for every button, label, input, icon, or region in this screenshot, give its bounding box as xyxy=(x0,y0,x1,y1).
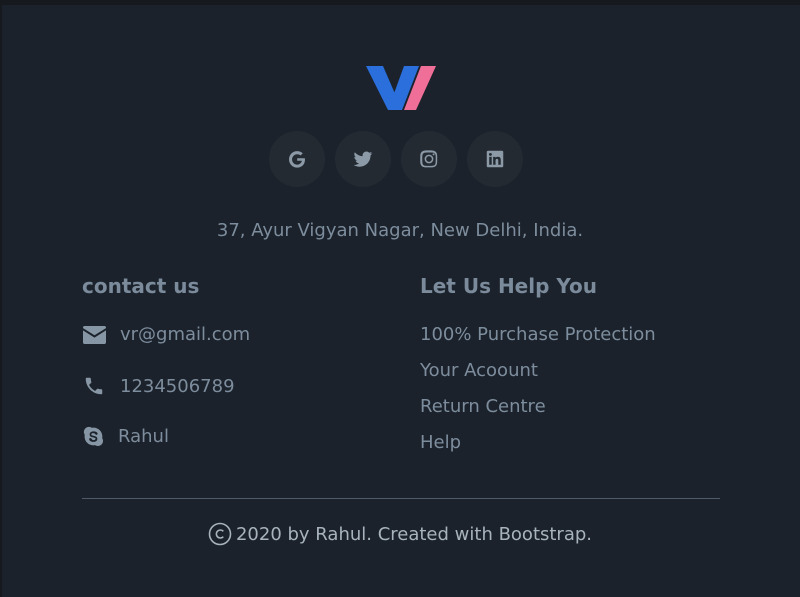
logo-mark-icon xyxy=(366,66,436,110)
left-border xyxy=(0,5,2,597)
linkedin-icon xyxy=(486,150,504,168)
help-link-your-account[interactable]: Your Acoount xyxy=(420,360,538,381)
email-text: vr@gmail.com xyxy=(120,324,251,345)
help-link-purchase-protection[interactable]: 100% Purchase Protection xyxy=(420,324,656,345)
envelope-icon xyxy=(82,325,106,344)
brand-logo[interactable] xyxy=(366,66,436,110)
address-text: 37, Ayur Vigyan Nagar, New Delhi, India. xyxy=(216,220,584,241)
google-icon xyxy=(289,151,305,168)
contact-us-heading: contact us xyxy=(82,274,200,298)
top-strip xyxy=(0,0,800,5)
skype-text: Rahul xyxy=(118,426,169,447)
contact-email[interactable]: vr@gmail.com xyxy=(82,324,250,345)
phone-icon xyxy=(82,375,106,397)
help-link-help[interactable]: Help xyxy=(420,432,461,453)
instagram-button[interactable] xyxy=(401,131,457,187)
linkedin-button[interactable] xyxy=(467,131,523,187)
copyright-line: 2020 by Rahul. Created with Bootstrap. xyxy=(0,522,800,546)
contact-phone[interactable]: 1234506789 xyxy=(82,375,235,397)
help-link-return-centre[interactable]: Return Centre xyxy=(420,396,546,417)
twitter-button[interactable] xyxy=(335,131,391,187)
contact-skype[interactable]: Rahul xyxy=(82,426,169,447)
help-heading: Let Us Help You xyxy=(420,274,598,298)
copyright-icon xyxy=(208,522,232,546)
instagram-icon xyxy=(420,150,438,168)
twitter-icon xyxy=(353,151,373,167)
google-button[interactable] xyxy=(269,131,325,187)
social-links xyxy=(269,131,523,187)
copyright-text: 2020 by Rahul. Created with Bootstrap. xyxy=(235,523,593,545)
footer-divider xyxy=(82,498,720,499)
skype-icon xyxy=(82,426,104,447)
phone-text: 1234506789 xyxy=(120,375,235,397)
